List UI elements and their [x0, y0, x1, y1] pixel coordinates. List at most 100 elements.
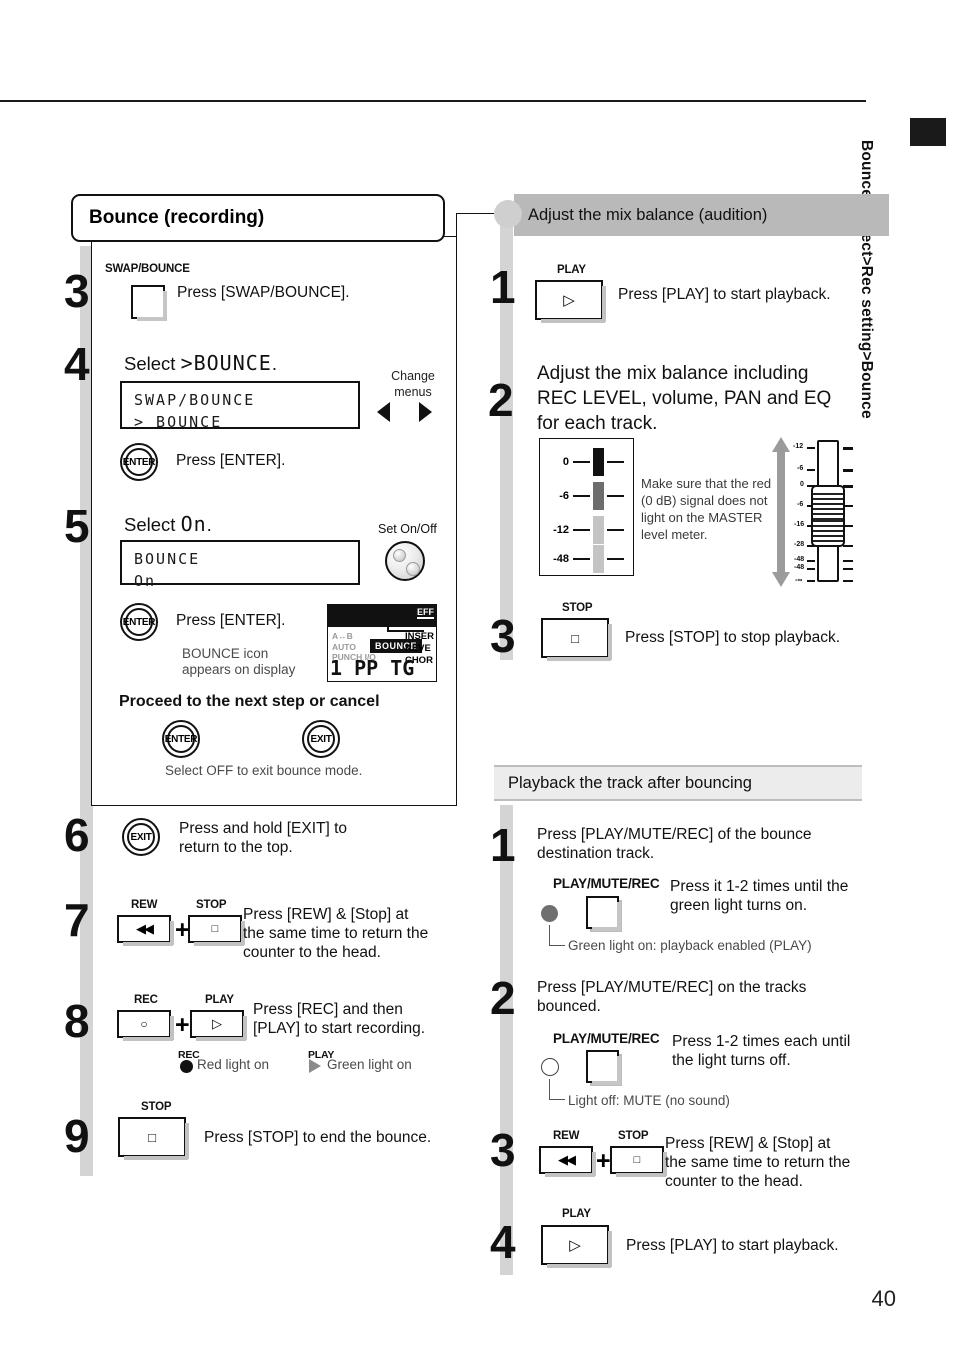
page-title-text: Bounce (recording) — [89, 207, 265, 228]
meter-dash-left-0 — [573, 460, 590, 464]
step4-enter-text: Press [ENTER]. — [176, 452, 286, 469]
stop-cap-step7: STOP — [196, 899, 227, 911]
swap-bounce-button[interactable] — [131, 285, 168, 322]
meter-dash-right-0 — [607, 460, 624, 464]
plus-sign-r3: + — [596, 1147, 611, 1175]
playback-step1-text-2: destination track. — [537, 845, 655, 862]
step5-heading-value: On — [180, 512, 207, 536]
meter-note-4: level meter. — [641, 527, 708, 542]
playback-step2-note-1: Press 1-2 times each until — [672, 1033, 851, 1050]
right-step2-text-3: for each track. — [537, 413, 658, 434]
stop-button-r3[interactable]: □ — [541, 618, 612, 661]
stop-button-step9[interactable]: □ — [118, 1117, 189, 1160]
right-step3-text: Press [STOP] to stop playback. — [625, 629, 841, 646]
fader-tick-label-1: -6 — [797, 465, 804, 472]
play-button-r1[interactable]: ▷ — [535, 280, 606, 323]
play-led-text: Green light on — [327, 1057, 412, 1072]
playback-step2-led-note: Light off: MUTE (no sound) — [568, 1093, 730, 1108]
meter-dash-right-3 — [607, 557, 624, 561]
change-menus-label: Change menus — [391, 369, 435, 400]
rew-cap-step7: REW — [131, 899, 158, 911]
play-r4-shadow-bottom — [547, 1264, 611, 1268]
rew-r3-shadow-bottom — [545, 1173, 595, 1177]
right-step-number-3: 3 — [490, 610, 516, 662]
play-triangle-icon: ▷ — [212, 1016, 222, 1031]
step-number-7: 7 — [64, 894, 90, 946]
right-step-number-1: 1 — [490, 261, 516, 313]
fader-tick-label-6: -48 — [794, 556, 805, 563]
proceed-enter-button[interactable]: ENTER — [162, 720, 200, 758]
stop-cap-r3b: STOP — [618, 1130, 649, 1142]
enter-button-step4[interactable]: ENTER — [120, 443, 158, 481]
step3-text: Press [SWAP/BOUNCE]. — [177, 284, 350, 301]
meter-segment-0 — [593, 448, 604, 476]
step-number-9: 9 — [64, 1110, 90, 1162]
rew-shadow-bottom — [123, 942, 173, 946]
fader-tick-label-2: 0 — [800, 481, 804, 488]
plus-sign-step8: + — [175, 1011, 190, 1039]
step7-text-2: the same time to return the — [243, 925, 429, 942]
header-rule — [0, 100, 866, 102]
rec-cap-step8: REC — [134, 994, 158, 1006]
playback-step2-text-1: Press [PLAY/MUTE/REC] on the tracks — [537, 979, 807, 996]
play-triangle-icon-r1: ▷ — [563, 292, 575, 309]
section-header-playback-text: Playback the track after bouncing — [508, 773, 752, 792]
step7-text-3: counter to the head. — [243, 944, 381, 961]
display-right-l2: REVE — [404, 642, 431, 654]
playback-step3-text-1: Press [REW] & [Stop] at — [665, 1135, 831, 1152]
stop-square-icon: □ — [211, 923, 219, 935]
rewind-icon: ◀◀ — [136, 921, 154, 936]
lcd-bounce-on: BOUNCE On — [120, 540, 360, 590]
step4-heading-value: >BOUNCE — [180, 351, 272, 375]
proceed-enter-label: ENTER — [164, 733, 198, 745]
play-cap-step8: PLAY — [205, 994, 234, 1006]
enter-button-step5[interactable]: ENTER — [120, 603, 158, 641]
section-header-playback: Playback the track after bouncing — [494, 765, 862, 801]
stop-button-step7[interactable]: □ — [188, 915, 245, 946]
meter-note-3: light on the MASTER — [641, 510, 763, 525]
meter-note-1: Make sure that the red — [641, 476, 772, 491]
page-number: 40 — [871, 1286, 896, 1311]
step-number-4: 4 — [64, 338, 90, 390]
lcd-line-1: SWAP/BOUNCE — [134, 391, 256, 409]
right-step2-text-1: Adjust the mix balance including — [537, 363, 809, 384]
play-r1-shadow-right — [602, 286, 606, 322]
play-button-r4[interactable]: ▷ — [541, 1225, 612, 1268]
fader-tick-label-4: -16 — [794, 521, 805, 528]
change-menus-right-arrow-icon[interactable] — [419, 402, 432, 422]
meter-row-minus6: -6 — [543, 482, 624, 510]
step4-heading-suffix: . — [271, 353, 277, 374]
stop-r3-shadow-right — [608, 624, 612, 660]
playback-step-number-1: 1 — [490, 819, 516, 871]
exit-button-step6[interactable]: EXIT — [122, 818, 160, 856]
playback-step-number-2: 2 — [490, 972, 516, 1024]
set-on-off-knob[interactable] — [385, 541, 425, 581]
stop-cap-r3: STOP — [562, 602, 593, 614]
playback-step1-text-1: Press [PLAY/MUTE/REC] of the bounce — [537, 826, 812, 843]
rew-button-r3[interactable]: ◀◀ — [539, 1146, 596, 1177]
display-eff-label: EFF — [417, 607, 434, 619]
step5-heading-suffix: . — [206, 514, 212, 535]
play-button-step8[interactable]: ▷ — [190, 1010, 247, 1041]
step5-heading: Select On. — [124, 511, 212, 537]
stop-button-r3b[interactable]: □ — [610, 1146, 667, 1177]
rec-button-step8[interactable]: ○ — [117, 1010, 174, 1041]
playback-step3-text-2: the same time to return the — [665, 1154, 851, 1171]
play-mute-rec-button-1[interactable] — [586, 896, 622, 932]
stop-r3-shadow-bottom — [547, 657, 611, 661]
playback-step2-note-2: the light turns off. — [672, 1052, 791, 1069]
meter-label-2: -12 — [553, 524, 569, 536]
meter-segment-3 — [593, 545, 604, 573]
change-menus-left-arrow-icon[interactable] — [377, 402, 390, 422]
proceed-exit-button[interactable]: EXIT — [302, 720, 340, 758]
fader-tick-label-0: -12 — [793, 443, 804, 450]
led-callout-elbow-2 — [549, 1079, 565, 1100]
knob-dot-lower — [406, 562, 420, 576]
playback-step-number-4: 4 — [490, 1216, 516, 1268]
lcd-bounce-line-2: On — [134, 571, 157, 590]
rew-button-step7[interactable]: ◀◀ — [117, 915, 174, 946]
play-mute-rec-button-2[interactable] — [586, 1050, 622, 1086]
fader-knob[interactable] — [811, 485, 845, 547]
playback-step3-text-3: counter to the head. — [665, 1173, 803, 1190]
step6-text-1: Press and hold [EXIT] to — [179, 820, 348, 837]
